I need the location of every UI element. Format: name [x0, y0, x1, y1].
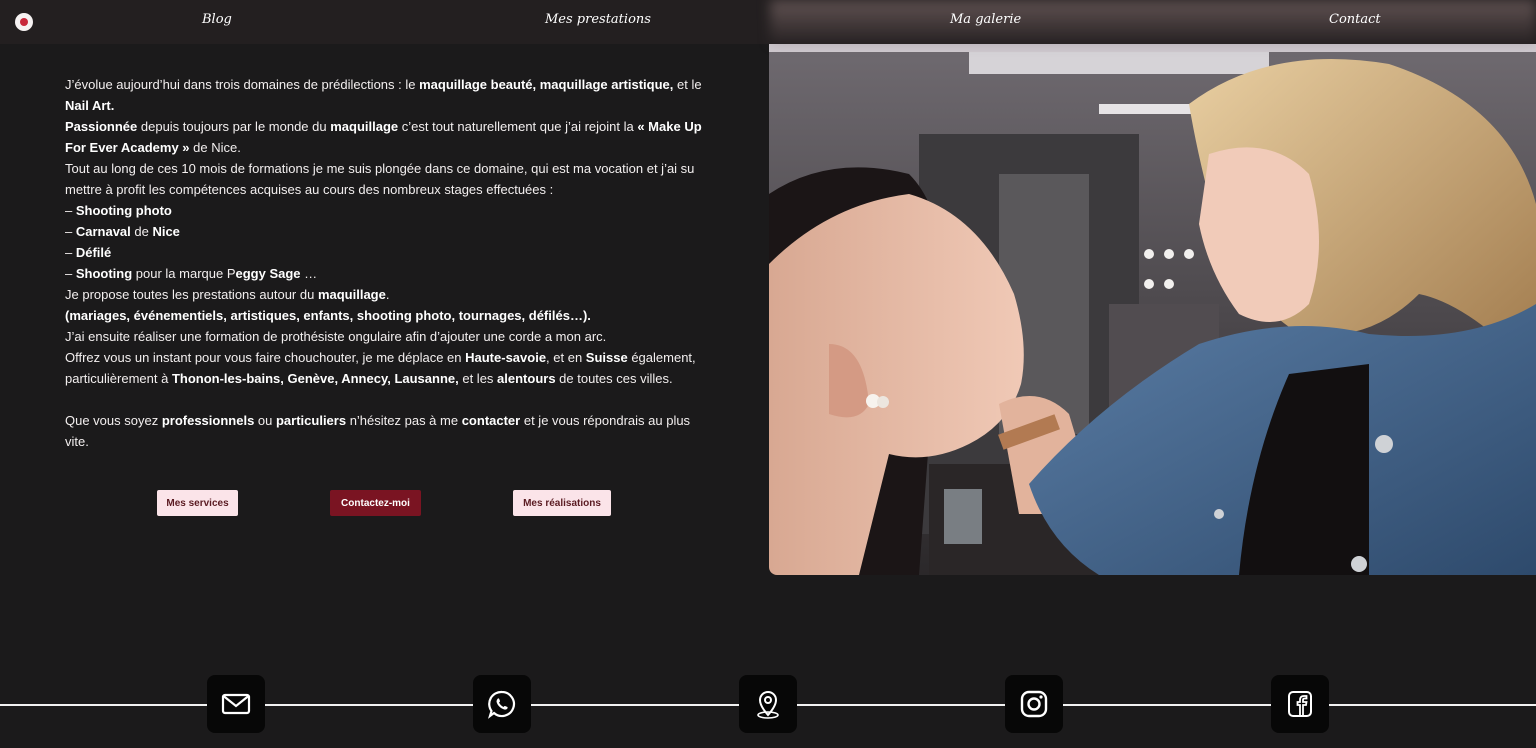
about-line — [65, 389, 715, 410]
services-button[interactable]: Mes services — [157, 490, 238, 516]
brand-logo-icon[interactable] — [15, 13, 33, 31]
brand-logo-dot — [20, 18, 28, 26]
about-text-strong: Passionnée — [65, 119, 138, 134]
about-text-run: . — [385, 287, 390, 302]
about-text-run: ou — [254, 413, 276, 428]
about-line: – Carnaval de Nice — [65, 221, 715, 242]
about-line: Passionnée depuis toujours par le monde … — [65, 116, 715, 137]
about-text-run: particulièrement à — [65, 371, 172, 386]
about-line: For Ever Academy » de Nice. — [65, 137, 715, 158]
location-button[interactable] — [739, 675, 797, 733]
top-navigation: Blog Mes prestations Ma galerie Contact — [0, 0, 1536, 44]
about-text-strong: Shooting photo — [75, 203, 172, 218]
about-line: Offrez vous un instant pour vous faire c… — [65, 347, 715, 368]
about-text-run: n’hésitez pas à me — [346, 413, 462, 428]
about-text-run: … — [300, 266, 318, 281]
facebook-icon — [1288, 691, 1312, 717]
about-text-run: – — [65, 266, 76, 281]
about-line: Que vous soyez professionnels ou particu… — [65, 410, 715, 452]
about-text-run: c’est tout naturellement que j’ai rejoin… — [398, 119, 638, 134]
realisations-button[interactable]: Mes réalisations — [513, 490, 611, 516]
contact-button[interactable]: Contactez-moi — [330, 490, 421, 516]
about-text-run: J’évolue aujourd’hui dans trois domaines… — [65, 77, 420, 92]
whatsapp-button[interactable] — [473, 675, 531, 733]
about-text-strong: Shooting — [75, 266, 133, 281]
whatsapp-icon — [487, 690, 516, 719]
about-text-strong: maquillage — [317, 287, 386, 302]
about-line: J’ai ensuite réaliser une formation de p… — [65, 326, 715, 347]
about-text-run: mettre à profit les compétences acquises… — [65, 182, 554, 197]
about-text-run: Que vous soyez — [65, 413, 162, 428]
about-text-run: J’ai ensuite réaliser une formation de p… — [65, 329, 607, 344]
nav-link-prestations[interactable]: Mes prestations — [545, 12, 651, 27]
about-text-strong: Thonon-les-bains, Genève, Annecy, Lausan… — [171, 371, 459, 386]
about-line: Nail Art. — [65, 95, 715, 116]
about-line: particulièrement à Thonon-les-bains, Gen… — [65, 368, 715, 389]
about-text-run: depuis toujours par le monde du — [137, 119, 331, 134]
about-text-block: J’évolue aujourd’hui dans trois domaines… — [65, 74, 715, 452]
about-text-run: , et en — [546, 350, 586, 365]
about-text-strong: Suisse — [585, 350, 628, 365]
about-text-strong: alentours — [497, 371, 556, 386]
instagram-icon — [1020, 690, 1048, 718]
about-line: Tout au long de ces 10 mois de formation… — [65, 158, 715, 179]
about-line: – Défilé — [65, 242, 715, 263]
about-text-strong: Carnaval — [75, 224, 131, 239]
about-text-run: de — [130, 224, 153, 239]
about-text-run: de toutes ces villes. — [555, 371, 673, 386]
location-pin-icon — [757, 691, 779, 719]
about-text-strong: (mariages, événementiels, artistiques, e… — [65, 308, 591, 323]
facebook-button[interactable] — [1271, 675, 1329, 733]
about-text-run: – — [65, 203, 76, 218]
about-text-run: Offrez vous un instant pour vous faire c… — [65, 350, 466, 365]
about-line: Je propose toutes les prestations autour… — [65, 284, 715, 305]
about-line: – Shooting photo — [65, 200, 715, 221]
nav-link-blog[interactable]: Blog — [202, 12, 232, 27]
about-line: (mariages, événementiels, artistiques, e… — [65, 305, 715, 326]
makeup-photo-illustration — [769, 44, 1536, 575]
about-text-strong: Haute-savoie — [465, 350, 547, 365]
about-line: J’évolue aujourd’hui dans trois domaines… — [65, 74, 715, 95]
about-line: – Shooting pour la marque Peggy Sage … — [65, 263, 715, 284]
about-text-run: également, — [627, 350, 696, 365]
nav-photo-fade — [770, 0, 1536, 44]
nav-link-galerie[interactable]: Ma galerie — [950, 12, 1021, 27]
about-text-strong: Nail Art. — [65, 98, 115, 113]
about-text-strong: Défilé — [75, 245, 112, 260]
about-line: mettre à profit les compétences acquises… — [65, 179, 715, 200]
about-text-run: pour la marque P — [132, 266, 236, 281]
about-text-run: et les — [458, 371, 498, 386]
nav-link-contact[interactable]: Contact — [1329, 12, 1381, 27]
about-text-strong: « Make Up — [637, 119, 702, 134]
about-text-strong: professionnels — [161, 413, 255, 428]
about-text-run: – — [65, 224, 76, 239]
instagram-button[interactable] — [1005, 675, 1063, 733]
about-text-strong: particuliers — [275, 413, 347, 428]
about-text-run: de Nice. — [189, 140, 241, 155]
about-text-run: et le — [673, 77, 702, 92]
mail-button[interactable] — [207, 675, 265, 733]
mail-icon — [221, 693, 251, 715]
about-text-strong: Nice — [152, 224, 180, 239]
about-text-strong: maquillage — [330, 119, 399, 134]
about-text-run: – — [65, 245, 76, 260]
makeup-photo — [769, 44, 1536, 575]
about-text-run: Tout au long de ces 10 mois de formation… — [65, 161, 695, 176]
about-text-run: Je propose toutes les prestations autour… — [65, 287, 318, 302]
about-text-strong: contacter — [461, 413, 521, 428]
about-text-strong: eggy Sage — [235, 266, 301, 281]
about-text-strong: For Ever Academy » — [65, 140, 190, 155]
about-text-strong: maquillage beauté, maquillage artistique… — [419, 77, 674, 92]
